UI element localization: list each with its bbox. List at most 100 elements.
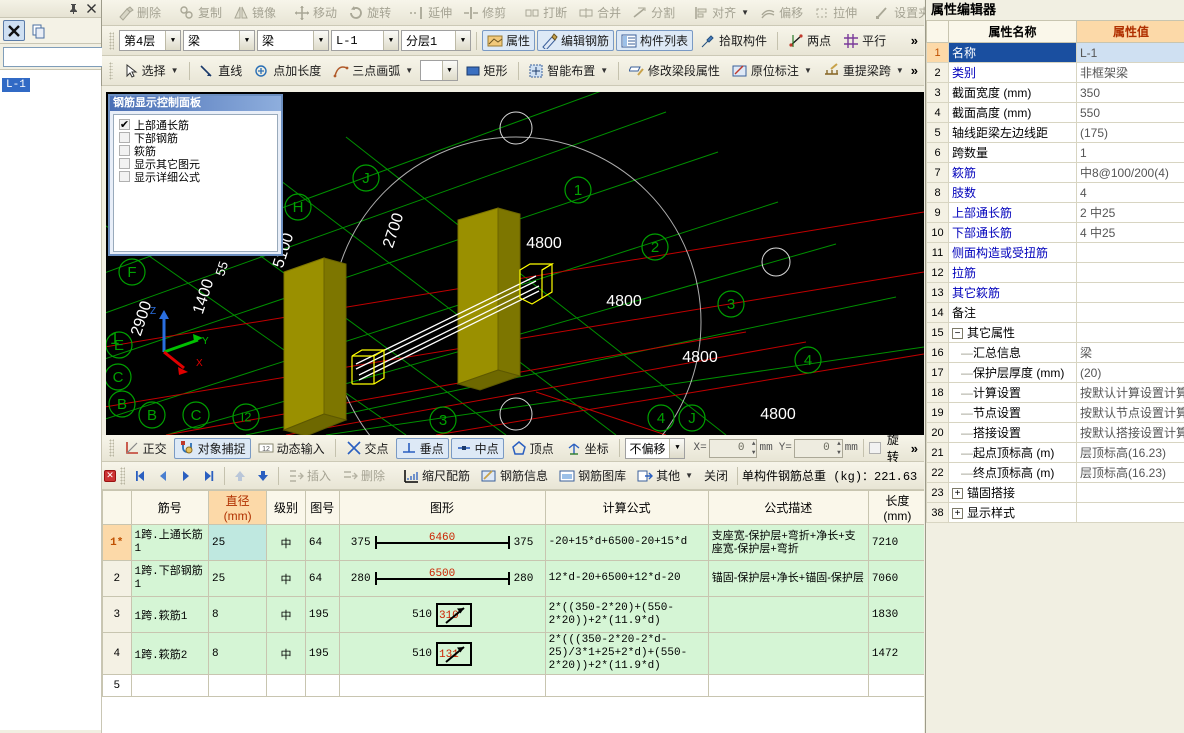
cell-diameter[interactable]: 8 xyxy=(208,596,268,633)
cell-formula[interactable]: 2*(((350-2*20-2*d-25)/3*1+25+2*d)+(550-2… xyxy=(544,632,709,675)
toolbar-grip[interactable] xyxy=(109,439,114,457)
property-row[interactable]: 21 —起点顶标高 (m) 层顶标高(16.23) xyxy=(926,442,1184,463)
property-value[interactable]: 4 中25 xyxy=(1076,222,1184,243)
property-name[interactable]: —终点顶标高 (m) xyxy=(948,462,1077,483)
col-grade[interactable]: 级别 xyxy=(266,490,306,525)
col-formula[interactable]: 计算公式 xyxy=(544,490,709,525)
property-name[interactable]: − 其它属性 xyxy=(948,322,1077,343)
edit-rebar-button[interactable]: 编辑钢筋 xyxy=(537,30,615,51)
property-row[interactable]: 20 —搭接设置 按默认搭接设置计算 xyxy=(926,422,1184,443)
vertex-snap-button[interactable]: 顶点 xyxy=(506,438,559,459)
cell-description[interactable]: 支座宽-保护层+弯折+净长+支座宽-保护层+弯折 xyxy=(707,524,869,561)
property-value[interactable] xyxy=(1076,242,1184,263)
cell-description[interactable] xyxy=(707,632,869,675)
scale-rebar-button[interactable]: 缩尺配筋 xyxy=(398,465,475,486)
collapse-icon[interactable]: − xyxy=(952,328,963,340)
select-button[interactable]: 选择 ▼ xyxy=(118,60,184,81)
chevron-down-icon[interactable]: ▼ xyxy=(313,31,328,50)
table-row[interactable]: 1* 1跨.上通长筋1 25 中 64 375 6460 375 -20+15*… xyxy=(102,524,924,561)
col-property-value[interactable]: 属性值 xyxy=(1076,20,1184,43)
property-name[interactable]: 跨数量 xyxy=(948,142,1077,163)
tree-item-l1[interactable]: L-1 xyxy=(2,78,30,92)
x-offset-input[interactable]: 0 ▲ ▼ xyxy=(708,438,758,458)
property-row[interactable]: 17 —保护层厚度 (mm) (20) xyxy=(926,362,1184,383)
cell-grade[interactable] xyxy=(266,674,306,697)
member-list-button[interactable]: 构件列表 xyxy=(616,30,694,51)
chevron-down-icon[interactable]: ▼ xyxy=(239,31,254,50)
merge-button[interactable]: 合并 xyxy=(573,2,626,23)
chevron-down-icon[interactable]: ▼ xyxy=(804,66,812,75)
properties-button[interactable]: 属性 xyxy=(482,30,536,51)
three-point-arc-button[interactable]: 三点画弧 ▼ xyxy=(328,60,418,81)
rebar-table[interactable]: 筋号 直径 (mm) 级别 图号 图形 计算公式 公式描述 长度 (mm) 1*… xyxy=(102,490,924,733)
property-row[interactable]: 4 截面高度 (mm) 550 xyxy=(926,102,1184,123)
property-value[interactable]: 层顶标高(16.23) xyxy=(1076,462,1184,483)
rebar-library-button[interactable]: 钢筋图库 xyxy=(554,465,631,486)
property-value[interactable]: 梁 xyxy=(1076,342,1184,363)
property-value[interactable]: L-1 xyxy=(1076,42,1184,63)
dynamic-input-button[interactable]: 12 动态输入 xyxy=(253,438,330,459)
toolbar-overflow-button[interactable]: » xyxy=(911,33,924,48)
cell-shape[interactable]: 280 6500 280 xyxy=(338,560,546,597)
point-length-button[interactable]: 点加长度 xyxy=(249,60,326,81)
property-name[interactable]: 截面宽度 (mm) xyxy=(948,82,1077,103)
cell-shape[interactable]: 375 6460 375 xyxy=(338,524,546,561)
cell-description[interactable]: 锚固-保护层+净长+锚固-保护层 xyxy=(707,560,869,597)
cell-figure-number[interactable]: 64 xyxy=(304,524,340,561)
rebar-display-control-panel[interactable]: 钢筋显示控制面板 ✔ 上部通长筋 下部钢筋 篍筋 显示其它图元 显示详细公式 xyxy=(108,94,283,256)
ortho-button[interactable]: 正交 xyxy=(119,438,172,459)
property-name[interactable]: 拉筋 xyxy=(948,262,1077,283)
toolbar-grip[interactable] xyxy=(109,61,113,80)
floor-select[interactable]: 第4层 ▼ xyxy=(119,30,181,51)
property-table[interactable]: 属性名称 属性值 1 名称 L-1 2 类别 非框架梁 3 截面宽度 (mm) xyxy=(926,20,1184,523)
y-offset-input[interactable]: 0 ▲ ▼ xyxy=(793,438,843,458)
property-name[interactable]: 侧面构造或受扭筋 xyxy=(948,242,1077,263)
snapbar-overflow-button[interactable]: » xyxy=(911,441,924,456)
other-button[interactable]: 其他 ▼ xyxy=(632,465,698,486)
3d-viewport[interactable]: JH FE CB BC I2 12 34 34J 1 2700 5100 140… xyxy=(106,92,924,435)
category-select[interactable]: 梁 ▼ xyxy=(183,30,255,51)
chevron-down-icon[interactable]: ▼ xyxy=(441,61,457,80)
cell-shape[interactable]: 510 131 xyxy=(338,632,546,675)
cell-length[interactable]: 7210 xyxy=(867,524,924,561)
checkbox-checked-icon[interactable]: ✔ xyxy=(119,119,130,131)
property-row[interactable]: 7 篍筋 中8@100/200(4) xyxy=(926,162,1184,183)
cell-diameter[interactable]: 8 xyxy=(208,632,268,675)
property-name[interactable]: —保护层厚度 (mm) xyxy=(948,362,1077,383)
chevron-down-icon[interactable]: ▼ xyxy=(685,471,693,480)
cell-description[interactable] xyxy=(707,674,869,697)
line-button[interactable]: 直线 xyxy=(194,60,247,81)
property-row[interactable]: 1 名称 L-1 xyxy=(926,42,1184,63)
chevron-down-icon[interactable]: ▼ xyxy=(455,31,470,50)
property-row[interactable]: 5 轴线距梁左边线距 (175) xyxy=(926,122,1184,143)
property-row[interactable]: 38 + 显示样式 xyxy=(926,502,1184,523)
property-row[interactable]: 19 —节点设置 按默认节点设置计算 xyxy=(926,402,1184,423)
chevron-down-icon[interactable]: ▼ xyxy=(669,438,685,458)
property-value[interactable] xyxy=(1076,262,1184,283)
table-row[interactable]: 3 1跨.篍筋1 8 中 195 510 310 2*((350-2*20)+(… xyxy=(102,596,924,633)
property-value[interactable]: 层顶标高(16.23) xyxy=(1076,442,1184,463)
split-button[interactable]: 分割 xyxy=(627,2,680,23)
cell-bar-number[interactable] xyxy=(130,674,210,697)
close-table-icon[interactable]: ✕ xyxy=(104,469,116,482)
property-name[interactable]: 肢数 xyxy=(948,182,1077,203)
property-row[interactable]: 8 肢数 4 xyxy=(926,182,1184,203)
property-name[interactable]: 类别 xyxy=(948,62,1077,83)
property-row[interactable]: 18 —计算设置 按默认计算设置计算 xyxy=(926,382,1184,403)
break-button[interactable]: 打断 xyxy=(519,2,572,23)
copy-button[interactable]: 复制 xyxy=(174,2,227,23)
toolbar-overflow-button[interactable]: » xyxy=(911,63,924,78)
property-row[interactable]: 2 类别 非框架梁 xyxy=(926,62,1184,83)
cell-diameter[interactable] xyxy=(208,674,268,697)
type-select[interactable]: 梁 ▼ xyxy=(257,30,329,51)
chevron-down-icon[interactable]: ▼ xyxy=(171,66,179,75)
cell-grade[interactable]: 中 xyxy=(266,560,306,597)
property-name[interactable]: 下部通长筋 xyxy=(948,222,1077,243)
chevron-down-icon[interactable]: ▼ xyxy=(405,66,413,75)
property-row[interactable]: 14 备注 xyxy=(926,302,1184,323)
checkbox-icon[interactable] xyxy=(119,158,130,169)
parallel-button[interactable]: 平行 xyxy=(838,30,891,51)
property-value[interactable]: 350 xyxy=(1076,82,1184,103)
property-name[interactable]: —节点设置 xyxy=(948,402,1077,423)
offset-button[interactable]: 偏移 xyxy=(755,2,808,23)
